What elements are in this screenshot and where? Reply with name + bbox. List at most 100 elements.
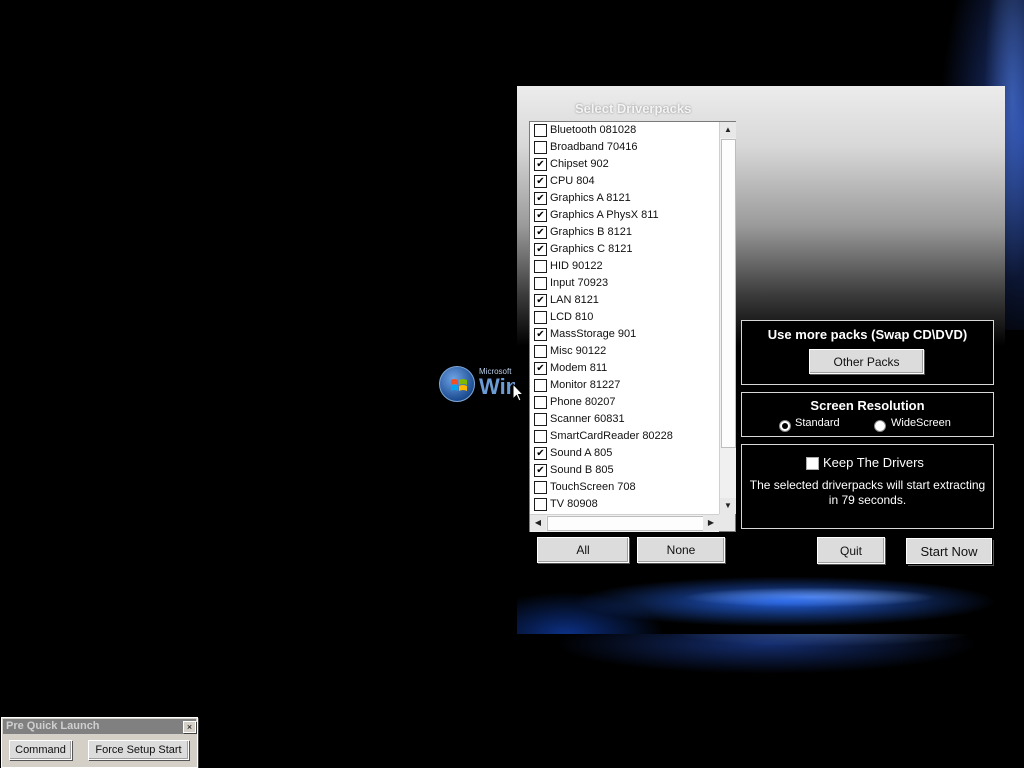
list-item[interactable]: Bluetooth 081028: [530, 122, 718, 139]
mouse-cursor-icon: [512, 383, 524, 402]
driverpack-label: Graphics A PhysX 811: [550, 209, 659, 221]
driverpack-checkbox[interactable]: [534, 413, 547, 426]
driverpack-label: Bluetooth 081028: [550, 124, 637, 136]
radio-widescreen[interactable]: [874, 420, 886, 432]
driverpack-checkbox[interactable]: [534, 430, 547, 443]
force-setup-start-button[interactable]: Force Setup Start: [88, 740, 189, 760]
screen-resolution-title: Screen Resolution: [810, 398, 925, 413]
list-item[interactable]: Misc 90122: [530, 343, 718, 360]
quit-button[interactable]: Quit: [817, 537, 885, 564]
driverpack-checkbox[interactable]: ✔: [534, 175, 547, 188]
horizontal-scroll-thumb[interactable]: [547, 516, 705, 531]
scroll-left-arrow-icon[interactable]: ◀: [530, 515, 546, 531]
driverpack-checkbox[interactable]: ✔: [534, 158, 547, 171]
screen-resolution-group: Screen Resolution Standard WideScreen: [741, 392, 994, 437]
list-item[interactable]: Scanner 60831: [530, 411, 718, 428]
list-item[interactable]: Input 70923: [530, 275, 718, 292]
list-item[interactable]: ✔ Graphics C 8121: [530, 241, 718, 258]
radio-selected-dot: [782, 423, 788, 429]
driverpack-checkbox[interactable]: ✔: [534, 294, 547, 307]
driverpack-checkbox[interactable]: [534, 481, 547, 494]
command-button[interactable]: Command: [9, 740, 72, 760]
vertical-scrollbar[interactable]: ▲ ▼: [719, 122, 736, 514]
driverpack-label: Input 70923: [550, 277, 609, 289]
list-item[interactable]: ✔ Graphics A PhysX 811: [530, 207, 718, 224]
driverpack-label: Chipset 902: [550, 158, 609, 170]
list-item[interactable]: HID 90122: [530, 258, 718, 275]
driverpack-checkbox[interactable]: ✔: [534, 362, 547, 375]
driverpack-checkbox[interactable]: [534, 311, 547, 324]
driverpack-items: Bluetooth 081028 Broadband 70416 ✔ Chipset …: [530, 122, 718, 514]
driverpack-checkbox[interactable]: [534, 260, 547, 273]
keep-drivers-checkbox[interactable]: [806, 457, 819, 470]
list-item[interactable]: LCD 810: [530, 309, 718, 326]
driverpack-label: Modem 811: [550, 362, 608, 374]
driverpack-label: Graphics C 8121: [550, 243, 633, 255]
select-all-button[interactable]: All: [537, 537, 629, 563]
driverpack-checkbox[interactable]: [534, 124, 547, 137]
list-item[interactable]: Phone 80207: [530, 394, 718, 411]
vertical-scroll-thumb[interactable]: [721, 139, 736, 448]
radio-standard-label: Standard: [795, 417, 840, 429]
windows-logo: Microsoft Windows: [437, 364, 517, 404]
list-item[interactable]: ✔ Modem 811: [530, 360, 718, 377]
list-item[interactable]: ✔ Sound B 805: [530, 462, 718, 479]
driverpack-checkbox[interactable]: [534, 396, 547, 409]
radio-standard[interactable]: [779, 420, 791, 432]
driverpack-checkbox[interactable]: [534, 379, 547, 392]
list-item[interactable]: ✔ Chipset 902: [530, 156, 718, 173]
other-packs-button[interactable]: Other Packs: [809, 349, 924, 374]
driverpack-label: SmartCardReader 80228: [550, 430, 673, 442]
list-item[interactable]: Broadband 70416: [530, 139, 718, 156]
driverpack-checkbox[interactable]: [534, 345, 547, 358]
driverpack-label: Scanner 60831: [550, 413, 625, 425]
more-packs-group: Use more packs (Swap CD\DVD) Other Packs: [741, 320, 994, 385]
scroll-down-arrow-icon[interactable]: ▼: [720, 498, 736, 514]
more-packs-title: Use more packs (Swap CD\DVD): [767, 327, 968, 342]
driverpack-label: Sound A 805: [550, 447, 613, 459]
quick-launch-titlebar[interactable]: Pre Quick Launch ×: [3, 719, 196, 734]
list-item[interactable]: SmartCardReader 80228: [530, 428, 718, 445]
close-icon[interactable]: ×: [183, 721, 196, 733]
list-item[interactable]: TouchScreen 708: [530, 479, 718, 496]
list-item[interactable]: ✔ Sound A 805: [530, 445, 718, 462]
driverpack-checkbox[interactable]: [534, 277, 547, 290]
keep-drivers-group: Keep The Drivers The selected driverpack…: [741, 444, 994, 529]
list-item[interactable]: ✔ Graphics B 8121: [530, 224, 718, 241]
pre-quick-launch-window: Pre Quick Launch × Command Force Setup S…: [1, 717, 198, 768]
select-none-button[interactable]: None: [637, 537, 725, 563]
driverpack-checkbox[interactable]: [534, 141, 547, 154]
extract-countdown-message: The selected driverpacks will start extr…: [749, 478, 986, 507]
driverpack-label: LCD 810: [550, 311, 594, 323]
windows-flag-icon: [451, 379, 467, 391]
list-item[interactable]: Monitor 81227: [530, 377, 718, 394]
quick-launch-title: Pre Quick Launch: [6, 720, 100, 732]
driverpack-label: MassStorage 901: [550, 328, 637, 340]
scroll-right-arrow-icon[interactable]: ▶: [703, 515, 719, 531]
driverpack-checkbox[interactable]: ✔: [534, 226, 547, 239]
driverpack-checkbox[interactable]: ✔: [534, 464, 547, 477]
driverpack-checkbox[interactable]: ✔: [534, 447, 547, 460]
list-item[interactable]: ✔ MassStorage 901: [530, 326, 718, 343]
driverpack-label: Graphics B 8121: [550, 226, 632, 238]
driverpack-list[interactable]: Bluetooth 081028 Broadband 70416 ✔ Chipset …: [529, 121, 736, 532]
start-now-button[interactable]: Start Now: [906, 538, 992, 564]
driverpack-label: Broadband 70416: [550, 141, 638, 153]
driverpack-checkbox[interactable]: ✔: [534, 328, 547, 341]
driverpack-checkbox[interactable]: [534, 498, 547, 511]
list-item[interactable]: TV 80908: [530, 496, 718, 513]
driverpack-checkbox[interactable]: ✔: [534, 209, 547, 222]
driverpack-label: Graphics A 8121: [550, 192, 631, 204]
driverpack-checkbox[interactable]: ✔: [534, 243, 547, 256]
driverpack-label: Sound B 805: [550, 464, 614, 476]
list-item[interactable]: ✔ CPU 804: [530, 173, 718, 190]
keep-drivers-label: Keep The Drivers: [823, 455, 924, 470]
list-item[interactable]: ✔ Graphics A 8121: [530, 190, 718, 207]
driverpack-checkbox[interactable]: ✔: [534, 192, 547, 205]
driverpack-label: Misc 90122: [550, 345, 607, 357]
horizontal-scrollbar[interactable]: ◀ ▶: [530, 514, 719, 532]
driverpack-label: CPU 804: [550, 175, 595, 187]
scroll-up-arrow-icon[interactable]: ▲: [720, 122, 736, 138]
list-item[interactable]: ✔ LAN 8121: [530, 292, 718, 309]
windows-orb-icon: [439, 366, 475, 402]
